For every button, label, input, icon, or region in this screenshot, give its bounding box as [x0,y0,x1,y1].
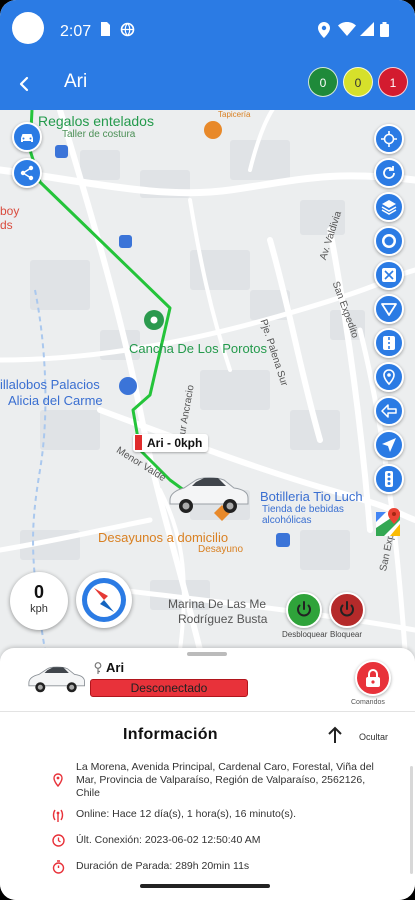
poi-marina-1: Marina De Las Me [168,597,267,611]
wifi-icon [338,22,356,41]
top-bar: 2:07 Ari 0 0 1 [0,0,415,110]
stopwatch-icon [52,860,65,876]
collapse-arrow-icon[interactable] [327,726,343,749]
fullscreen-button[interactable] [374,260,404,290]
unlock-power-button[interactable] [286,592,322,628]
key-icon [93,661,103,679]
status-bar: 2:07 [0,0,415,62]
flag-icon [135,435,142,450]
app-bar: Ari 0 0 1 [0,62,415,110]
status-badge: Desconectado [90,679,248,697]
vpn-icon [120,22,135,42]
car-marker-text: Ari - 0kph [147,436,203,450]
signal-back-button[interactable] [374,396,404,426]
poi-cancha[interactable]: Cancha De Los Porotos [129,341,267,356]
scrollbar[interactable] [410,766,413,874]
poi-boy: boy [0,204,20,218]
back-arrow-icon[interactable] [14,70,38,98]
google-maps-icon [372,508,406,544]
info-title: Información [123,726,218,743]
online-text: Online: Hace 12 día(s), 1 hora(s), 16 mi… [76,808,297,820]
badge-green[interactable]: 0 [308,67,338,97]
lock-label: Bloquear [330,630,363,639]
system-nav-bar [0,876,415,900]
badge-yellow[interactable]: 0 [343,67,373,97]
address-pin-icon [52,773,64,792]
vehicle-panel: Ari Desconectado Comandos Información Oc… [0,648,415,876]
signal-icon [360,22,374,41]
refresh-button[interactable] [374,158,404,188]
speed-value: 0 [33,582,44,602]
poi-regalos[interactable]: Regalos entelados [38,113,154,129]
unlock-label: Desbloquear [282,630,328,639]
divider [0,711,415,712]
compass[interactable] [76,572,132,628]
poi-tienda-1: Tienda de bebidas [262,504,344,515]
compass-icon [82,578,126,622]
poi-villalobos-1[interactable]: illalobos Palacios [0,377,100,392]
clock-icon [52,834,65,852]
last-connection-text: Últ. Conexión: 2023-06-02 12:50:40 AM [76,834,261,846]
commands-label: Comandos [351,699,385,706]
address-text: La Morena, Avenida Principal, Cardenal C… [76,761,374,799]
poi-desayunos[interactable]: Desayunos a domicilio [98,530,228,545]
commands-button[interactable] [355,660,391,696]
map-pin-button[interactable] [374,362,404,392]
poi-marina-2: Rodríguez Busta [178,612,268,626]
lock-power-button[interactable] [329,592,365,628]
poi-top-label: Tapicería [218,110,251,119]
status-time: 2:07 [60,23,92,40]
badge-red[interactable]: 1 [378,67,408,97]
navigation-button[interactable] [374,430,404,460]
hide-button[interactable]: Ocultar [359,732,388,742]
speed-indicator: 0 kph [10,572,68,630]
location-icon [318,22,330,43]
poi-taller: Taller de costura [62,129,136,140]
sheet-drag-handle[interactable] [187,652,227,656]
map-view[interactable]: Regalos entelados Taller de costura boy … [0,110,415,650]
camera-cutout [12,12,44,44]
traffic-light-button[interactable] [374,464,404,494]
car-marker[interactable] [166,470,250,516]
poi-villalobos-2[interactable]: Alicia del Carme [8,393,103,408]
battery-icon [380,22,389,42]
poi-botilleria[interactable]: Botilleria Tio Luch [260,489,363,504]
car-marker-label[interactable]: Ari - 0kph [133,434,209,452]
car-view-button[interactable] [12,122,42,152]
car-marker-icon [169,477,249,513]
sim-card-icon [100,22,110,41]
center-target-button[interactable] [374,124,404,154]
phone-screen: 2:07 Ari 0 0 1 Regalos entelados Taller … [0,0,415,900]
google-maps-button[interactable] [372,506,406,540]
poi-desayuno-tag: Desayuno [198,544,244,555]
road-button[interactable] [374,328,404,358]
circle-toggle-button[interactable] [374,226,404,256]
home-gesture-bar[interactable] [140,884,270,888]
online-signal-icon [52,808,64,827]
layers-button[interactable] [374,192,404,222]
vehicle-name: Ari [106,660,125,675]
stop-duration-text: Duración de Parada: 289h 20min 11s [76,860,250,872]
speed-unit: kph [30,603,48,615]
vehicle-thumbnail [26,660,86,696]
share-button[interactable] [12,158,42,188]
triangle-button[interactable] [374,294,404,324]
page-title: Ari [64,71,88,92]
poi-tienda-2: alcohólicas [262,515,312,526]
poi-ds: ds [0,218,13,232]
